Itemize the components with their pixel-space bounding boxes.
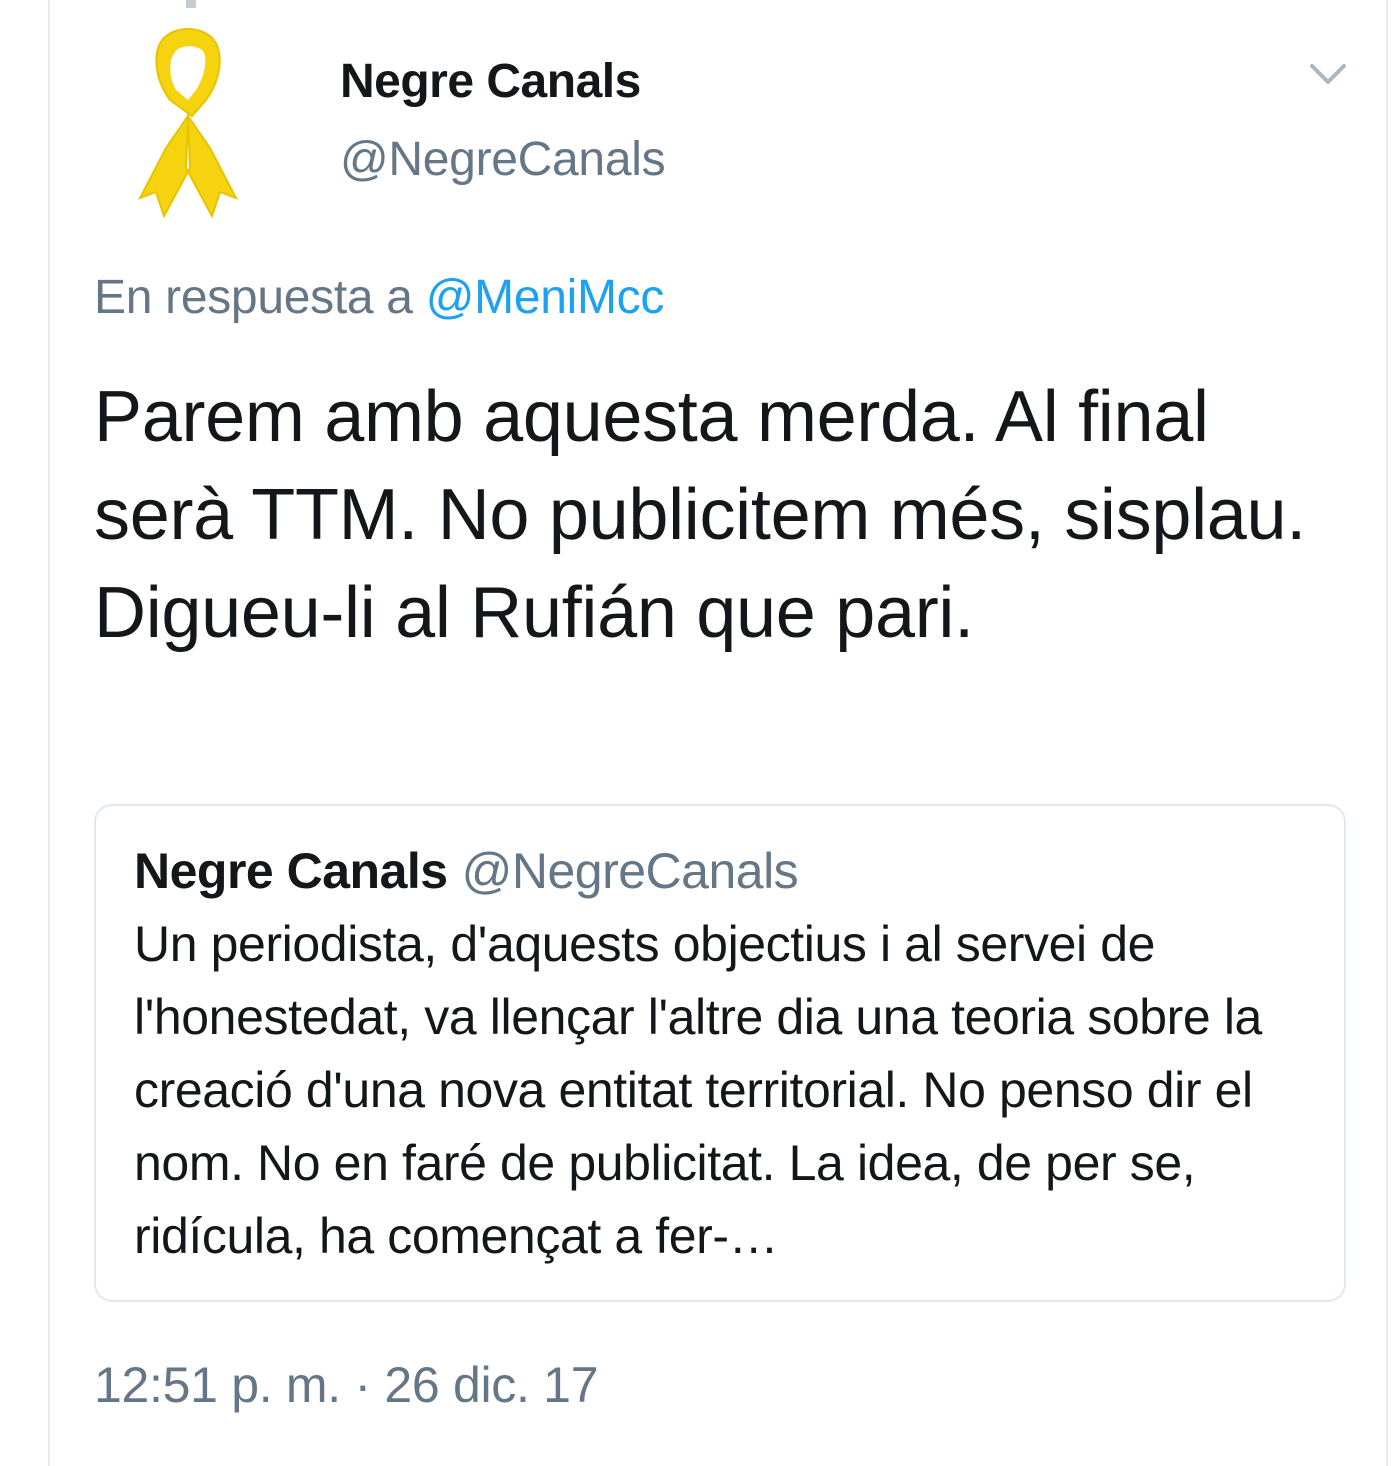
quoted-tweet-header: Negre Canals @NegreCanals: [134, 842, 799, 900]
chevron-down-icon: [1310, 64, 1346, 84]
quoted-author-name: Negre Canals: [134, 843, 448, 899]
timeline-border-left: [48, 0, 50, 1466]
reply-context: En respuesta a @MeniMcc: [94, 270, 664, 325]
tweet-menu-button[interactable]: [1306, 58, 1350, 88]
thread-line: [186, 0, 196, 8]
author-handle[interactable]: @NegreCanals: [340, 132, 666, 187]
yellow-ribbon-icon: [137, 28, 239, 219]
timeline-border-right: [1386, 0, 1388, 1466]
avatar[interactable]: [96, 20, 286, 220]
quoted-tweet-text: Un periodista, d'aquests objectius i al …: [134, 916, 1262, 1264]
tweet-text: Parem amb aquesta merda. Al final serà T…: [94, 377, 1306, 653]
quoted-tweet-card[interactable]: Negre Canals @NegreCanals Un periodista, …: [94, 804, 1346, 1302]
tweet-timestamp[interactable]: 12:51 p. m. · 26 dic. 17: [94, 1356, 599, 1414]
author-name[interactable]: Negre Canals: [340, 54, 641, 109]
reply-mention-link[interactable]: @MeniMcc: [426, 271, 665, 324]
reply-prefix: En respuesta a: [94, 271, 413, 324]
quoted-author-handle: @NegreCanals: [461, 843, 799, 899]
